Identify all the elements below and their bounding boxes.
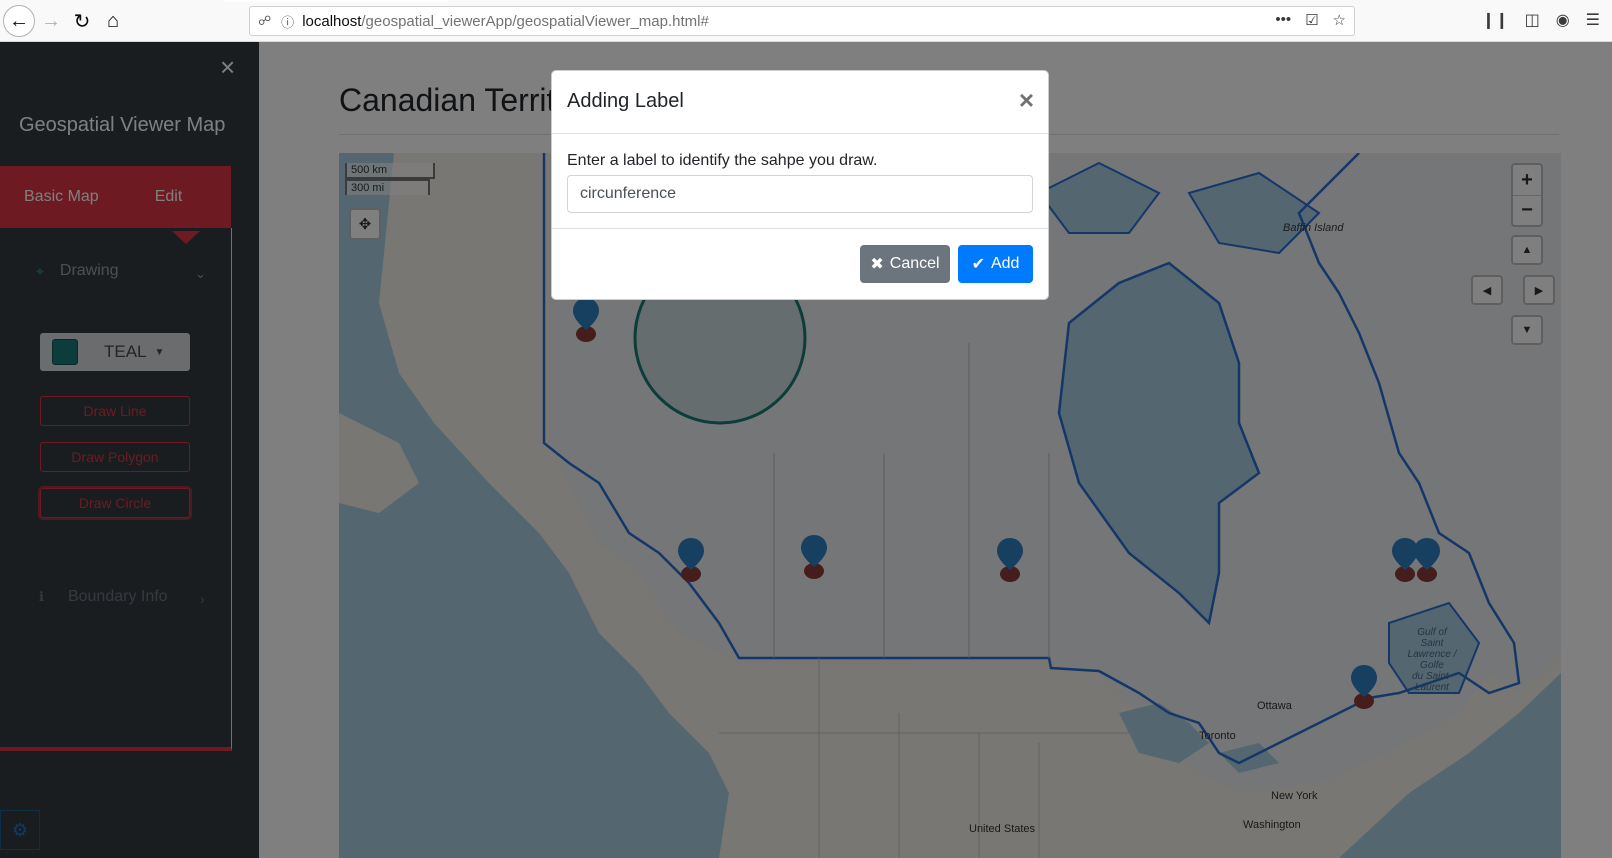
url-text: localhost/geospatial_viewerApp/geospatia… [302, 13, 709, 30]
modal-close-icon[interactable]: × [1019, 85, 1034, 116]
more-actions-icon[interactable]: ••• [1275, 11, 1291, 29]
info-icon[interactable]: ⓘ [281, 12, 294, 31]
label-input[interactable] [567, 175, 1033, 213]
add-label: Add [990, 255, 1020, 272]
home-icon[interactable]: ⌂ [99, 7, 127, 35]
bookmark-star-icon[interactable]: ☆ [1333, 11, 1346, 29]
sidebar-toggle-icon[interactable]: ◫ [1525, 10, 1540, 30]
cancel-label: Cancel [889, 255, 940, 272]
url-bar[interactable]: ☍ ⓘ localhost/geospatial_viewerApp/geosp… [249, 6, 1355, 36]
menu-icon[interactable]: ☰ [1586, 10, 1600, 30]
library-icon[interactable]: ❙❙ [1482, 10, 1509, 30]
cancel-button[interactable]: ✖ Cancel [860, 245, 950, 283]
modal-body: Enter a label to identify the sahpe you … [552, 134, 1048, 229]
add-label-modal: Adding Label × Enter a label to identify… [551, 70, 1049, 300]
pocket-icon[interactable]: ☑ [1305, 11, 1318, 29]
modal-title: Adding Label [567, 90, 684, 112]
add-button[interactable]: ✔ Add [958, 245, 1033, 283]
modal-prompt: Enter a label to identify the sahpe you … [567, 152, 878, 169]
url-path: /geospatial_viewerApp/geospatialViewer_m… [361, 12, 709, 30]
browser-toolbar: ← → ↻ ⌂ ☍ ⓘ localhost/geospatial_viewerA… [0, 0, 1612, 42]
reload-icon[interactable]: ↻ [68, 7, 96, 35]
forward-arrow-icon[interactable]: → [37, 7, 65, 35]
account-icon[interactable]: ◉ [1556, 10, 1570, 30]
url-host: localhost [302, 12, 362, 30]
modal-header: Adding Label × [552, 71, 1048, 134]
shield-icon: ☍ [258, 13, 272, 28]
active-tab-indicator [224, 0, 448, 2]
back-arrow-icon[interactable]: ← [3, 5, 35, 37]
check-icon: ✔ [971, 256, 985, 273]
modal-footer: ✖ Cancel ✔ Add [552, 229, 1048, 299]
close-icon: ✖ [870, 256, 884, 273]
